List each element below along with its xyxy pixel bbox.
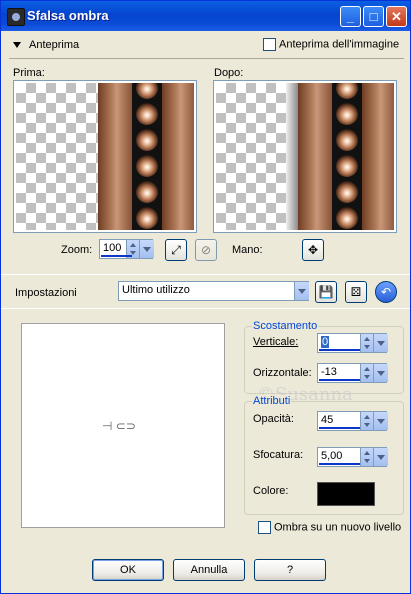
pan-button[interactable]: ✥ xyxy=(302,239,324,261)
save-icon: 💾 xyxy=(318,285,334,299)
transparency-checkerboard xyxy=(16,83,98,230)
ok-button[interactable]: OK xyxy=(92,559,164,581)
attributes-group-title: Attributi xyxy=(252,395,292,407)
horizontal-value: -13 xyxy=(321,366,337,378)
vertical-value: 0 xyxy=(321,336,330,348)
zoom-fit-icon: ⤢ xyxy=(171,243,181,257)
pan-label: Mano: xyxy=(232,244,263,256)
dice-icon: ⚄ xyxy=(350,285,362,299)
minimize-button[interactable]: _ xyxy=(340,6,361,27)
checkbox-icon xyxy=(258,521,271,534)
image-preview-checkbox-label: Anteprima dell'immagine xyxy=(279,38,400,51)
blur-input[interactable]: 5,00 xyxy=(317,447,388,467)
opacity-input[interactable]: 45 xyxy=(317,411,388,431)
zoom-value: 100 xyxy=(103,242,122,254)
zoom-reset-button[interactable]: ⊘ xyxy=(195,239,217,261)
opacity-label: Opacità: xyxy=(253,413,294,425)
offset-crosshair-icon: ⊣ ⊂⊃ xyxy=(102,419,136,433)
window-title: Sfalsa ombra xyxy=(27,8,109,23)
opacity-dropdown-arrow-icon[interactable] xyxy=(373,412,388,430)
settings-label: Impostazioni xyxy=(15,287,77,299)
vertical-input[interactable]: 0 xyxy=(317,333,388,353)
horizontal-label: Orizzontale: xyxy=(253,367,312,379)
opacity-value: 45 xyxy=(321,414,334,426)
collapse-arrow-icon xyxy=(13,42,21,49)
blur-value: 5,00 xyxy=(321,450,343,462)
zoom-input[interactable]: 100 xyxy=(99,239,154,259)
new-layer-checkbox[interactable]: Ombra su un nuovo livello xyxy=(258,521,401,534)
transparency-checkerboard xyxy=(216,83,286,230)
reset-button[interactable]: ↶ xyxy=(375,281,397,303)
dialog-window: Sfalsa ombra _ □ ✕ Anteprima Anteprima d… xyxy=(0,0,411,594)
magnifier-icon: ⊘ xyxy=(200,243,212,257)
vertical-spinner[interactable] xyxy=(360,334,374,352)
close-button[interactable]: ✕ xyxy=(386,6,407,27)
before-preview[interactable] xyxy=(13,80,197,233)
title-bar[interactable]: Sfalsa ombra _ □ ✕ xyxy=(1,1,410,31)
new-layer-checkbox-label: Ombra su un nuovo livello xyxy=(274,521,402,534)
horizontal-dropdown-arrow-icon[interactable] xyxy=(373,364,388,382)
opacity-spinner[interactable] xyxy=(360,412,374,430)
reset-arrow-icon: ↶ xyxy=(380,285,392,299)
before-label: Prima: xyxy=(13,67,45,79)
horizontal-input[interactable]: -13 xyxy=(317,363,388,383)
zoom-dropdown-arrow-icon[interactable] xyxy=(139,240,154,258)
blur-label: Sfocatura: xyxy=(253,449,304,461)
offset-widget[interactable]: ⊣ ⊂⊃ xyxy=(21,323,225,528)
maximize-button[interactable]: □ xyxy=(363,6,384,27)
offset-group-title: Scostamento xyxy=(252,320,319,332)
app-icon xyxy=(7,8,25,26)
zoom-label: Zoom: xyxy=(61,244,93,256)
vertical-dropdown-arrow-icon[interactable] xyxy=(373,334,388,352)
after-label: Dopo: xyxy=(214,67,244,79)
shadow-color-swatch[interactable] xyxy=(317,482,375,506)
vertical-label: Verticale: xyxy=(253,336,299,348)
help-button[interactable]: ? xyxy=(254,559,326,581)
randomize-button[interactable]: ⚄ xyxy=(345,281,367,303)
preview-toggle-label: Anteprima xyxy=(29,39,80,51)
save-preset-button[interactable]: 💾 xyxy=(315,281,337,303)
preset-select[interactable]: Ultimo utilizzo xyxy=(118,281,309,301)
after-preview[interactable] xyxy=(213,80,397,233)
move-icon: ✥ xyxy=(307,243,319,257)
zoom-fit-button[interactable]: ⤢ xyxy=(165,239,187,261)
color-label: Colore: xyxy=(253,485,289,497)
blur-spinner[interactable] xyxy=(360,448,374,466)
horizontal-spinner[interactable] xyxy=(360,364,374,382)
preview-toggle[interactable]: Anteprima xyxy=(13,39,163,53)
cancel-button[interactable]: Annulla xyxy=(173,559,245,581)
image-preview-checkbox[interactable]: Anteprima dell'immagine xyxy=(263,38,399,51)
zoom-spinner[interactable] xyxy=(126,240,140,258)
checkbox-icon xyxy=(263,38,276,51)
blur-dropdown-arrow-icon[interactable] xyxy=(373,448,388,466)
preset-value: Ultimo utilizzo xyxy=(122,284,190,296)
preset-dropdown-arrow-icon[interactable] xyxy=(294,282,309,300)
